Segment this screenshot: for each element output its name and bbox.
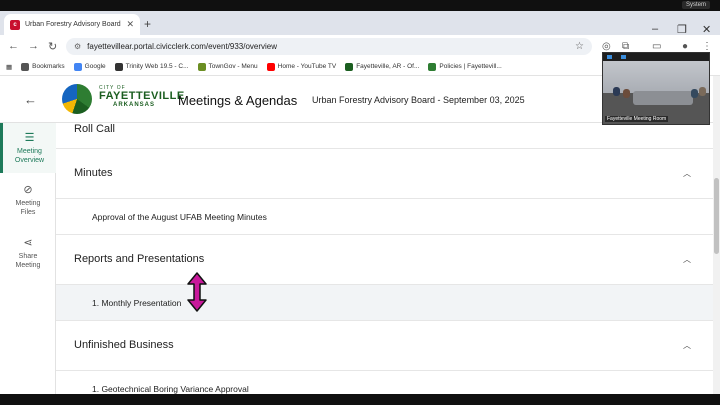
agenda-section-unfinished[interactable]: Unfinished Business ︿ — [56, 321, 713, 371]
sidebar-label: Meeting — [15, 262, 41, 270]
bookmark-label: Bookmarks — [32, 63, 65, 70]
meeting-subtitle: Urban Forestry Advisory Board - Septembe… — [312, 95, 525, 105]
reload-icon[interactable]: ↻ — [48, 40, 57, 53]
globe-icon — [114, 62, 123, 71]
agenda-section-reports[interactable]: Reports and Presentations ︿ — [56, 235, 713, 285]
video-person — [691, 89, 698, 98]
bookmark-item[interactable]: Trinity Web 19.5 - C... — [114, 62, 189, 71]
site-info-icon[interactable]: ⚙ — [74, 42, 81, 51]
chevron-up-icon[interactable]: ︿ — [683, 340, 691, 351]
extension-icon[interactable]: ◎ — [602, 41, 611, 52]
bookmark-label: Policies | Fayettevill... — [439, 63, 502, 70]
bookmark-item[interactable]: Bookmarks — [21, 62, 65, 71]
city-line-2: FAYETTEVILLE — [99, 90, 185, 102]
forward-icon[interactable]: → — [28, 40, 39, 52]
tab-title: Urban Forestry Advisory Board — [25, 21, 121, 28]
resize-cursor-icon — [187, 272, 207, 312]
video-person — [613, 87, 620, 96]
video-caption: Fayetteville Meeting Room — [605, 116, 669, 122]
os-bottom-bar — [0, 394, 720, 405]
bookmark-label: TownGov - Menu — [208, 63, 258, 70]
section-title: Roll Call — [74, 123, 115, 135]
video-control-icon[interactable] — [607, 55, 612, 59]
browser-tab[interactable]: c Urban Forestry Advisory Board ✕ — [4, 14, 140, 35]
video-controls-bar — [603, 53, 709, 61]
video-person — [699, 87, 706, 96]
share-icon: ⋖ — [23, 237, 33, 249]
apps-icon[interactable]: ▦ — [6, 63, 12, 71]
cast-icon[interactable]: ▭ — [652, 41, 661, 52]
agenda-item-row[interactable]: 1. Monthly Presentation — [56, 285, 713, 321]
meeting-video-overlay[interactable]: Fayetteville Meeting Room — [602, 52, 710, 125]
city-logo-icon[interactable] — [62, 84, 92, 114]
video-room-table — [633, 91, 693, 105]
bookmark-item[interactable]: TownGov - Menu — [197, 62, 258, 71]
video-person — [623, 89, 630, 98]
url-text: fayettevillear.portal.civicclerk.com/eve… — [87, 42, 278, 51]
sidebar-item-meeting-files[interactable]: ⊘ Meeting Files — [0, 183, 56, 217]
sidebar-label: Meeting — [17, 148, 42, 156]
section-title: Reports and Presentations — [74, 253, 205, 265]
agenda-item-row[interactable]: Approval of the August UFAB Meeting Minu… — [56, 199, 713, 235]
agenda-item[interactable]: 1. Geotechnical Boring Variance Approval — [92, 384, 249, 394]
chevron-up-icon[interactable]: ︿ — [683, 168, 691, 179]
menu-icon[interactable]: ⋮ — [702, 41, 712, 52]
bookmark-label: Fayetteville, AR - Of... — [356, 63, 420, 70]
star-icon — [21, 62, 30, 71]
bookmark-label: Google — [84, 63, 106, 70]
section-title: Unfinished Business — [74, 339, 174, 351]
sidebar-label: Files — [20, 209, 36, 217]
city-icon — [345, 62, 354, 71]
back-icon[interactable]: ← — [8, 40, 19, 52]
new-tab-icon[interactable]: + — [144, 17, 151, 31]
bookmark-label: Trinity Web 19.5 - C... — [125, 63, 189, 70]
page-title: Meetings & Agendas — [178, 93, 298, 108]
browser-tab-strip: c Urban Forestry Advisory Board ✕ + – ❐ … — [0, 11, 720, 36]
url-field[interactable]: ⚙ fayettevillear.portal.civicclerk.com/e… — [66, 38, 592, 55]
policies-icon — [428, 62, 437, 71]
puzzle-icon[interactable]: ⧉ — [622, 41, 629, 52]
city-wordmark[interactable]: CITY OF FAYETTEVILLE ARKANSAS — [99, 86, 185, 109]
close-tab-icon[interactable]: ✕ — [126, 19, 134, 30]
sidebar-label: Meeting — [15, 200, 41, 208]
google-icon — [73, 62, 82, 71]
bookmark-item[interactable]: Fayetteville, AR - Of... — [345, 62, 420, 71]
sidebar-item-share-meeting[interactable]: ⋖ Share Meeting — [0, 236, 56, 270]
sidebar-item-meeting-overview[interactable]: ☰ Meeting Overview — [0, 123, 56, 173]
agenda-content: Roll Call Minutes ︿ Approval of the Augu… — [56, 123, 713, 394]
bookmark-item[interactable]: Home - YouTube TV — [266, 62, 337, 71]
attachment-icon: ⊘ — [23, 184, 33, 196]
bookmark-star-icon[interactable]: ☆ — [575, 41, 584, 52]
agenda-item[interactable]: 1. Monthly Presentation — [92, 298, 181, 308]
page-scrollbar[interactable] — [713, 76, 720, 394]
chevron-up-icon[interactable]: ︿ — [683, 254, 691, 265]
back-arrow-icon[interactable]: ← — [24, 92, 37, 107]
section-title: Minutes — [74, 167, 113, 179]
os-top-bar: System — [0, 0, 720, 11]
agenda-item-row[interactable]: 1. Geotechnical Boring Variance Approval — [56, 371, 713, 394]
system-label: System — [681, 1, 710, 9]
list-icon: ☰ — [24, 132, 35, 144]
minimize-icon[interactable]: – — [652, 23, 658, 35]
agenda-section-minutes[interactable]: Minutes ︿ — [56, 149, 713, 199]
sidebar-label: Share — [18, 253, 38, 261]
sidebar-label: Overview — [14, 157, 45, 165]
agenda-item[interactable]: Approval of the August UFAB Meeting Minu… — [92, 212, 267, 222]
bookmark-item[interactable]: Policies | Fayettevill... — [428, 62, 502, 71]
profile-icon[interactable]: ● — [682, 41, 688, 52]
civicclerk-favicon-icon: c — [10, 19, 20, 30]
bookmark-label: Home - YouTube TV — [277, 63, 337, 70]
scrollbar-thumb[interactable] — [714, 178, 719, 254]
city-line-3: ARKANSAS — [113, 102, 156, 108]
video-control-icon[interactable] — [621, 55, 626, 59]
towngov-icon — [197, 62, 206, 71]
bookmark-item[interactable]: Google — [73, 62, 106, 71]
agenda-section-roll-call[interactable]: Roll Call — [56, 123, 713, 149]
sidebar: ☰ Meeting Overview ⊘ Meeting Files ⋖ Sha… — [0, 123, 56, 394]
youtube-icon — [266, 62, 275, 71]
